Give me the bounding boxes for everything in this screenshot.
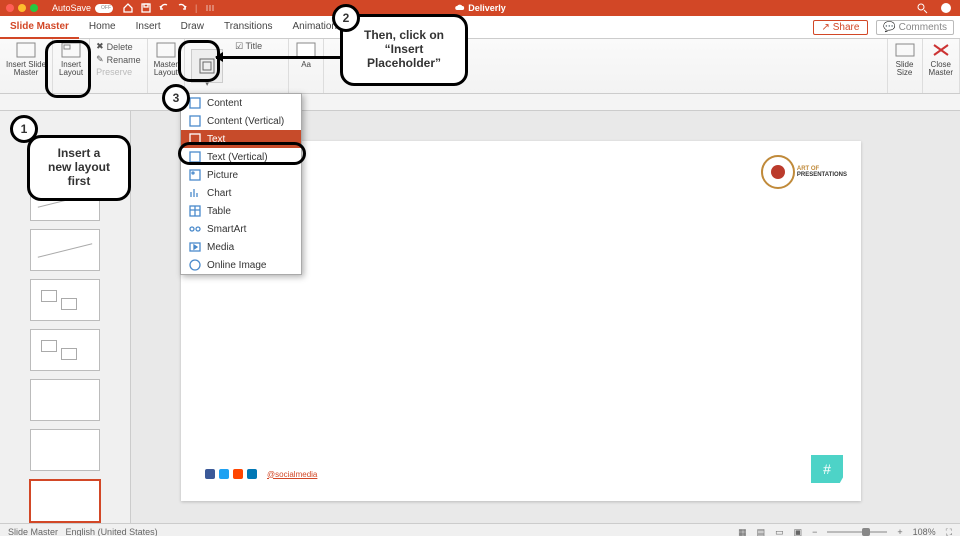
zoom-out-button[interactable]: − bbox=[812, 527, 817, 536]
zoom-level[interactable]: 108% bbox=[913, 527, 936, 536]
document-title: Deliverly bbox=[454, 3, 506, 13]
status-mode: Slide Master bbox=[8, 527, 58, 536]
tab-home[interactable]: Home bbox=[79, 15, 126, 37]
callout-2: Then, click on “Insert Placeholder” bbox=[340, 14, 468, 86]
rename-button[interactable]: ✎ Rename bbox=[96, 54, 141, 65]
menu-picture[interactable]: Picture bbox=[181, 166, 301, 184]
menu-media[interactable]: Media bbox=[181, 238, 301, 256]
tab-draw[interactable]: Draw bbox=[171, 15, 214, 37]
menu-online-image[interactable]: Online Image bbox=[181, 256, 301, 274]
menu-text[interactable]: Text bbox=[181, 130, 301, 148]
ribbon-tabs: Slide Master Home Insert Draw Transition… bbox=[0, 16, 960, 39]
preserve-button: Preserve bbox=[96, 67, 141, 77]
tab-slide-master[interactable]: Slide Master bbox=[0, 15, 79, 39]
undo-icon[interactable] bbox=[159, 3, 169, 13]
thumbnail-layout[interactable] bbox=[30, 379, 100, 421]
zoom-window-button[interactable] bbox=[30, 4, 38, 12]
facebook-icon bbox=[205, 469, 215, 479]
comments-button[interactable]: 💬 Comments bbox=[876, 20, 954, 35]
thumbnail-layout[interactable] bbox=[30, 429, 100, 471]
autosave-toggle[interactable] bbox=[95, 4, 113, 13]
menu-content-vertical[interactable]: Content (Vertical) bbox=[181, 112, 301, 130]
save-icon[interactable] bbox=[141, 3, 151, 13]
cloud-icon bbox=[454, 3, 464, 13]
home-icon[interactable] bbox=[123, 3, 133, 13]
insert-placeholder-menu: Content Content (Vertical) Text Text (Ve… bbox=[180, 93, 302, 275]
delete-button[interactable]: ✖ Delete bbox=[96, 41, 141, 52]
search-icon[interactable] bbox=[916, 2, 928, 14]
close-window-button[interactable] bbox=[6, 4, 14, 12]
redo-icon[interactable] bbox=[177, 3, 187, 13]
arrow-to-placeholder bbox=[216, 56, 340, 59]
twitter-icon bbox=[219, 469, 229, 479]
badge-2: 2 bbox=[332, 4, 360, 32]
menu-chart[interactable]: Chart bbox=[181, 184, 301, 202]
thumbnail-layout[interactable] bbox=[30, 329, 100, 371]
menu-smartart[interactable]: SmartArt bbox=[181, 220, 301, 238]
master-layout-button[interactable]: Master Layout bbox=[154, 41, 178, 78]
thumbnail-layout[interactable] bbox=[30, 229, 100, 271]
slide-number-placeholder-icon: # bbox=[811, 455, 843, 483]
thumbnail-layout[interactable] bbox=[30, 279, 100, 321]
presentation-logo: ART OFPRESENTATIONS bbox=[761, 155, 847, 189]
social-handle: @socialmedia bbox=[267, 470, 317, 479]
align-icon bbox=[205, 3, 215, 13]
linkedin-icon bbox=[247, 469, 257, 479]
qat-separator: | bbox=[195, 3, 197, 13]
close-master-button[interactable]: Close Master bbox=[929, 41, 953, 78]
menu-table[interactable]: Table bbox=[181, 202, 301, 220]
zoom-slider[interactable] bbox=[827, 531, 887, 533]
view-slideshow-icon[interactable]: ▣ bbox=[794, 527, 803, 536]
insert-layout-button[interactable]: Insert Layout bbox=[59, 41, 83, 78]
menu-content[interactable]: Content bbox=[181, 94, 301, 112]
tab-transitions[interactable]: Transitions bbox=[214, 15, 283, 37]
ribbon: Insert Slide Master Insert Layout ✖ Dele… bbox=[0, 39, 960, 94]
thumbnail-layout-selected[interactable] bbox=[29, 479, 101, 523]
badge-3: 3 bbox=[162, 84, 190, 112]
callout-1: Insert a new layout first bbox=[27, 135, 131, 201]
social-icons: @socialmedia bbox=[205, 469, 317, 479]
title-checkbox[interactable]: ☑ Title bbox=[235, 41, 282, 52]
horizontal-ruler bbox=[0, 94, 960, 111]
tab-insert[interactable]: Insert bbox=[126, 15, 171, 37]
slide-size-button[interactable]: Slide Size bbox=[894, 41, 916, 78]
youtube-icon bbox=[233, 469, 243, 479]
account-icon[interactable] bbox=[940, 2, 952, 14]
badge-1: 1 bbox=[10, 115, 38, 143]
quick-access-toolbar: | bbox=[123, 3, 215, 13]
view-sorter-icon[interactable]: ▤ bbox=[757, 527, 766, 536]
minimize-window-button[interactable] bbox=[18, 4, 26, 12]
view-normal-icon[interactable]: ▦ bbox=[738, 527, 747, 536]
zoom-in-button[interactable]: + bbox=[897, 527, 902, 536]
fit-to-window-icon[interactable]: ⛶ bbox=[946, 527, 952, 536]
share-button[interactable]: ↗ Share bbox=[813, 20, 869, 35]
autosave-label: AutoSave bbox=[52, 3, 91, 13]
title-bar: AutoSave | Deliverly bbox=[0, 0, 960, 16]
status-language[interactable]: English (United States) bbox=[66, 527, 158, 536]
view-reading-icon[interactable]: ▭ bbox=[775, 527, 784, 536]
status-bar: Slide Master English (United States) ▦ ▤… bbox=[0, 523, 960, 536]
insert-slide-master-button[interactable]: Insert Slide Master bbox=[6, 41, 46, 78]
menu-text-vertical[interactable]: Text (Vertical) bbox=[181, 148, 301, 166]
